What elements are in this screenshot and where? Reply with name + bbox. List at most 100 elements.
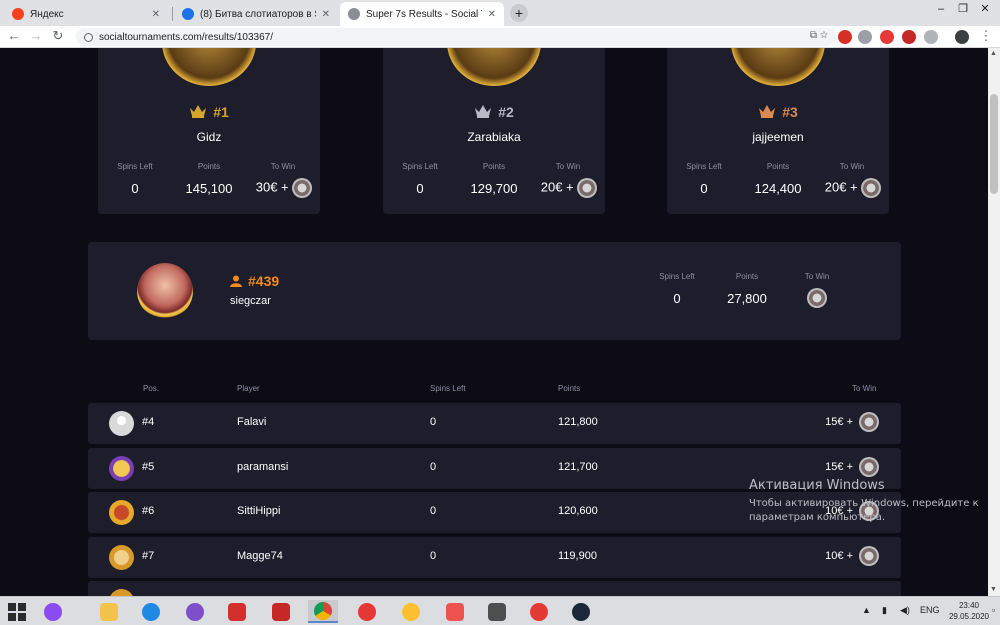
clock-time: 23:40 (958, 601, 980, 610)
extension-icon[interactable] (858, 30, 872, 44)
windows-activation-watermark: Активация Windows Чтобы активировать Win… (749, 478, 979, 525)
forward-icon[interactable]: → (28, 28, 44, 44)
scroll-up-icon[interactable]: ▲ (990, 50, 997, 57)
points-value: 129,700 (470, 181, 518, 196)
points-value: 27,800 (727, 291, 767, 306)
prize-badge-icon (859, 457, 879, 477)
row-spins-left: 0 (430, 550, 437, 562)
translate-icon[interactable]: ⧉ (810, 30, 817, 41)
game-client-icon[interactable] (482, 600, 512, 623)
points-value: 124,400 (754, 181, 802, 196)
podium-player-name: jajjeemen (752, 130, 804, 144)
spins-left-value: 0 (416, 181, 424, 196)
row-rank: #4 (142, 416, 155, 428)
scroll-thumb[interactable] (990, 94, 998, 194)
to-win-value (804, 288, 830, 308)
prize-badge-icon (859, 546, 879, 566)
volume-icon[interactable]: ◀) (900, 605, 910, 616)
tray-arrow-icon[interactable]: ▲ (862, 605, 871, 615)
avatar (109, 411, 134, 436)
podium-player-name: Gidz (196, 130, 222, 144)
my-player-name: siegczar (230, 295, 271, 307)
tab-social-tournaments-battle[interactable]: (8) Битва слотиаторов в SocialTo ✕ (174, 2, 338, 26)
podium-rank: #2 (498, 104, 514, 120)
winner-avatar (162, 48, 256, 86)
row-points: 119,900 (558, 550, 597, 562)
back-icon[interactable]: ← (6, 28, 22, 44)
extension-icon[interactable] (902, 30, 916, 44)
internet-explorer-icon[interactable] (136, 600, 166, 623)
new-tab-button[interactable]: + (510, 4, 528, 22)
prize-badge-icon (807, 288, 827, 308)
row-points: 120,600 (558, 505, 598, 517)
garena-icon[interactable] (222, 600, 252, 623)
row-rank: #5 (142, 461, 155, 473)
file-explorer-icon[interactable] (94, 600, 124, 623)
page-scrollbar[interactable]: ▲ ▼ (988, 48, 1000, 596)
avatar (109, 589, 134, 596)
opera-icon[interactable] (352, 600, 382, 623)
row-player-name: Falavi (237, 416, 267, 428)
address-bar[interactable]: socialtournaments.com/results/103367/ ⧉ … (76, 28, 836, 46)
spins-left-value: 0 (673, 291, 681, 306)
yandex-icon[interactable] (524, 600, 554, 623)
extension-icon[interactable] (924, 30, 938, 44)
podium-rank: #1 (213, 104, 229, 120)
avatar (109, 500, 134, 525)
row-to-win: 15€ + (825, 457, 879, 477)
close-window-icon[interactable]: ✕ (974, 0, 996, 20)
prize-badge-icon (577, 178, 598, 198)
user-icon (230, 275, 242, 287)
clock-date: 29.05.2020 (948, 612, 990, 621)
globe-icon (348, 8, 360, 20)
podium-player-name: Zarabiaka (467, 130, 521, 144)
points-label: Points (197, 162, 221, 171)
star-icon[interactable]: ☆ (820, 30, 828, 41)
minimize-icon[interactable]: – (930, 0, 952, 20)
viber-icon[interactable] (180, 600, 210, 623)
points-value: 145,100 (185, 181, 233, 196)
extension-icon[interactable] (880, 30, 894, 44)
crown-icon (475, 105, 492, 118)
tab-super7s-results[interactable]: Super 7s Results - Social Tourname ✕ (340, 2, 504, 26)
language-indicator[interactable]: ENG (920, 605, 940, 615)
windows-start-icon[interactable] (2, 600, 32, 623)
steam-icon[interactable] (566, 600, 596, 623)
table-row: #7 Magge74 0 119,900 10€ + (88, 537, 901, 578)
profile-avatar[interactable] (955, 30, 969, 44)
to-win-label: To Win (839, 162, 865, 171)
close-icon[interactable]: ✕ (322, 9, 330, 20)
network-app-icon[interactable] (266, 600, 296, 623)
yandex-browser-icon[interactable] (440, 600, 470, 623)
crown-icon (759, 105, 776, 118)
yandex-icon (12, 8, 24, 20)
row-player-name: Magge74 (237, 550, 283, 562)
notifications-icon[interactable]: ▫ (992, 605, 995, 615)
prize-badge-icon (859, 412, 879, 432)
row-points: 121,700 (558, 461, 598, 473)
adblock-extension-icon[interactable] (838, 30, 852, 44)
reload-icon[interactable]: ↻ (50, 28, 66, 44)
close-icon[interactable]: ✕ (152, 9, 160, 20)
menu-icon[interactable]: ⋮ (978, 28, 994, 44)
close-icon[interactable]: ✕ (488, 9, 496, 20)
activation-line-1: Чтобы активировать Windows, перейдите к (749, 498, 979, 509)
browser-toolbar: ← → ↻ socialtournaments.com/results/1033… (0, 26, 1000, 48)
network-icon[interactable]: ▮ (882, 605, 887, 616)
browser-tab-bar: Яндекс ✕ (8) Битва слотиаторов в SocialT… (0, 0, 1000, 26)
prize-badge-icon (292, 178, 313, 198)
tab-yandex[interactable]: Яндекс ✕ (4, 2, 168, 26)
to-win-label: To Win (555, 162, 581, 171)
podium-card-1: #1 Gidz Spins Left Points To Win 0 145,1… (98, 48, 320, 214)
avatar (137, 263, 193, 319)
row-rank: #7 (142, 550, 155, 562)
podium-rank: #3 (782, 104, 798, 120)
column-header-player: Player (237, 384, 260, 393)
column-header-points: Points (558, 384, 581, 393)
game-launcher-icon[interactable] (396, 600, 426, 623)
scroll-down-icon[interactable]: ▼ (990, 586, 997, 593)
chrome-icon[interactable] (308, 600, 338, 623)
system-clock[interactable]: 23:40 29.05.2020 (948, 600, 990, 622)
alice-assistant-icon[interactable] (38, 600, 68, 623)
maximize-icon[interactable]: ❐ (952, 0, 974, 20)
